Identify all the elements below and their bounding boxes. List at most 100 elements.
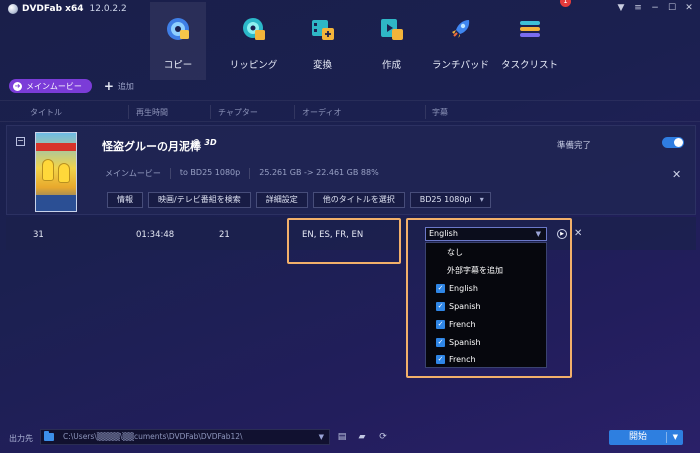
column-audio: オーディオ [302,108,342,117]
maximize-icon[interactable]: ☐ [667,3,677,13]
folder-icon [44,431,54,441]
add-source-label: 追加 [117,81,134,91]
title-card: − 怪盗グルーの月泥棒 ⦾ 3D 準備完了 ✕ メインムービー to BD25 … [6,125,696,215]
nav-ripper[interactable]: リッピング [219,2,288,80]
audio-highlight-box [287,218,401,264]
output-path-value: C:\Users\▒▒▒▒\▒▒cuments\DVDFab\DVDFab12\ [63,432,243,441]
title-meta: メインムービー to BD25 1080p 25.261 GB -> 22.46… [105,168,388,179]
search-metadata-button[interactable]: 映画/テレビ番組を検索 [148,192,251,208]
output-label: 出力先 [9,434,33,443]
dvdfab-window: DVDFab x64 12.0.2.2 ▼ ≡ − ☐ ✕ コピー リッピング … [0,0,700,453]
subtitle-option-none[interactable]: なし [426,244,546,261]
3d-badge: 3D [204,138,217,147]
open-folder-icon[interactable]: ▰ [356,432,368,442]
column-divider [210,105,211,119]
column-divider [425,105,426,119]
subtitle-select[interactable]: English ▼ [425,227,547,241]
arrow-right-icon: ➜ [13,81,22,91]
column-header: タイトル 再生時間 チャプター オーディオ 字幕 [0,100,700,122]
nav-label-task-list: タスクリスト [500,60,558,71]
title-actions: 情報 映画/テレビ番組を検索 詳細設定 他のタイトルを選択 BD25 1080p… [107,192,491,208]
nav-launchpad[interactable]: ランチパッド [426,2,495,80]
start-label: 開始 [629,432,648,442]
plus-icon: + [103,79,114,93]
subtitle-dropdown-list: なし 外部字幕を追加 ✓ English ✓ Spanish ✓ French … [425,242,547,368]
column-duration: 再生時間 [136,108,168,117]
checkbox-checked-icon[interactable]: ✓ [436,320,445,329]
checkbox-checked-icon[interactable]: ✓ [436,355,445,364]
nav-task-list[interactable]: 1 タスクリスト [495,0,571,80]
remove-title-icon[interactable]: ✕ [672,168,681,181]
title-toggle-switch[interactable] [662,137,684,148]
app-name: DVDFab x64 [22,4,84,14]
checkbox-checked-icon[interactable]: ✓ [436,284,445,293]
movie-title: 怪盗グルーの月泥棒 [102,140,201,153]
module-toolbar: コピー リッピング 変換 作成 ランチパッド 1 タスクリスト [150,0,571,80]
subtitle-option-french-2[interactable]: ✓ French [426,351,546,368]
row-title: 31 [33,230,44,240]
nav-label-converter: 変換 [312,60,332,71]
minimize-icon[interactable]: − [650,3,660,13]
app-logo: DVDFab x64 12.0.2.2 [8,4,127,14]
meta-mode: メインムービー [105,168,171,179]
collapse-toggle[interactable]: − [16,137,25,146]
meta-target: to BD25 1080p [171,168,251,179]
status-text: 準備完了 [557,141,592,151]
rocket-icon [451,20,469,38]
subtitle-option-spanish-2[interactable]: ✓ Spanish [426,334,546,351]
nav-label-launchpad: ランチパッド [431,60,489,71]
nav-creator[interactable]: 作成 [357,2,426,80]
output-format-select[interactable]: BD25 1080pl [409,192,491,208]
column-title: タイトル [30,108,62,117]
ripper-icon [242,18,265,40]
close-icon[interactable]: ✕ [684,3,694,13]
movie-poster [35,132,77,212]
copy-mode-selector[interactable]: ➜ メインムービー [9,79,92,93]
refresh-icon[interactable]: ⟳ [377,432,389,442]
subtitle-option-french[interactable]: ✓ French [426,316,546,333]
converter-icon [311,20,334,40]
format-badges: ⦾ 3D [192,138,217,148]
subtitle-option-spanish[interactable]: ✓ Spanish [426,298,546,315]
chevron-down-icon[interactable]: ▼ [673,430,678,445]
start-button[interactable]: 開始 ▼ [609,430,683,445]
column-divider [294,105,295,119]
subtitle-option-add-external[interactable]: 外部字幕を追加 [426,262,546,279]
checkbox-checked-icon[interactable]: ✓ [436,302,445,311]
nav-label-copy: コピー [163,60,193,71]
subtitle-selected-value: English [429,229,458,238]
output-path-field[interactable]: C:\Users\▒▒▒▒\▒▒cuments\DVDFab\DVDFab12\… [40,429,330,445]
app-version: 12.0.2.2 [89,4,127,14]
meta-size: 25.261 GB -> 22.461 GB 88% [259,168,379,177]
menu-icon[interactable]: ≡ [633,3,643,13]
copy-mode-label: メインムービー [26,81,82,91]
chevron-down-icon: ▼ [318,433,324,441]
column-chapters: チャプター [218,108,258,117]
bluray-icon: ⦾ [192,138,199,147]
dvdfab-logo-icon [8,4,18,14]
advanced-settings-button[interactable]: 詳細設定 [255,192,308,208]
chevron-down-icon: ▼ [535,230,541,238]
add-source-button[interactable]: + 追加 [104,79,134,93]
shield-icon[interactable]: ▼ [616,3,626,13]
nav-copy[interactable]: コピー [150,2,206,80]
checkbox-checked-icon[interactable]: ✓ [436,338,445,347]
mode-bar: ➜ メインムービー + 追加 [9,79,134,93]
iso-icon[interactable]: ▤ [336,432,348,442]
info-button[interactable]: 情報 [107,192,143,208]
task-list-icon [519,21,540,37]
row-chapters: 21 [219,230,230,240]
nav-label-creator: 作成 [381,60,401,71]
nav-label-ripper: リッピング [229,60,278,71]
choose-other-title-button[interactable]: 他のタイトルを選択 [312,192,405,208]
column-divider [128,105,129,119]
copy-disc-icon [167,18,189,40]
play-preview-icon[interactable]: ▶ [557,229,567,239]
nav-converter[interactable]: 変換 [288,2,357,80]
window-controls: ▼ ≡ − ☐ ✕ [616,3,694,13]
row-duration: 01:34:48 [136,230,175,240]
creator-icon [380,19,403,40]
column-subtitle: 字幕 [432,108,448,117]
remove-row-icon[interactable]: ✕ [574,228,582,239]
subtitle-option-english[interactable]: ✓ English [426,280,546,297]
